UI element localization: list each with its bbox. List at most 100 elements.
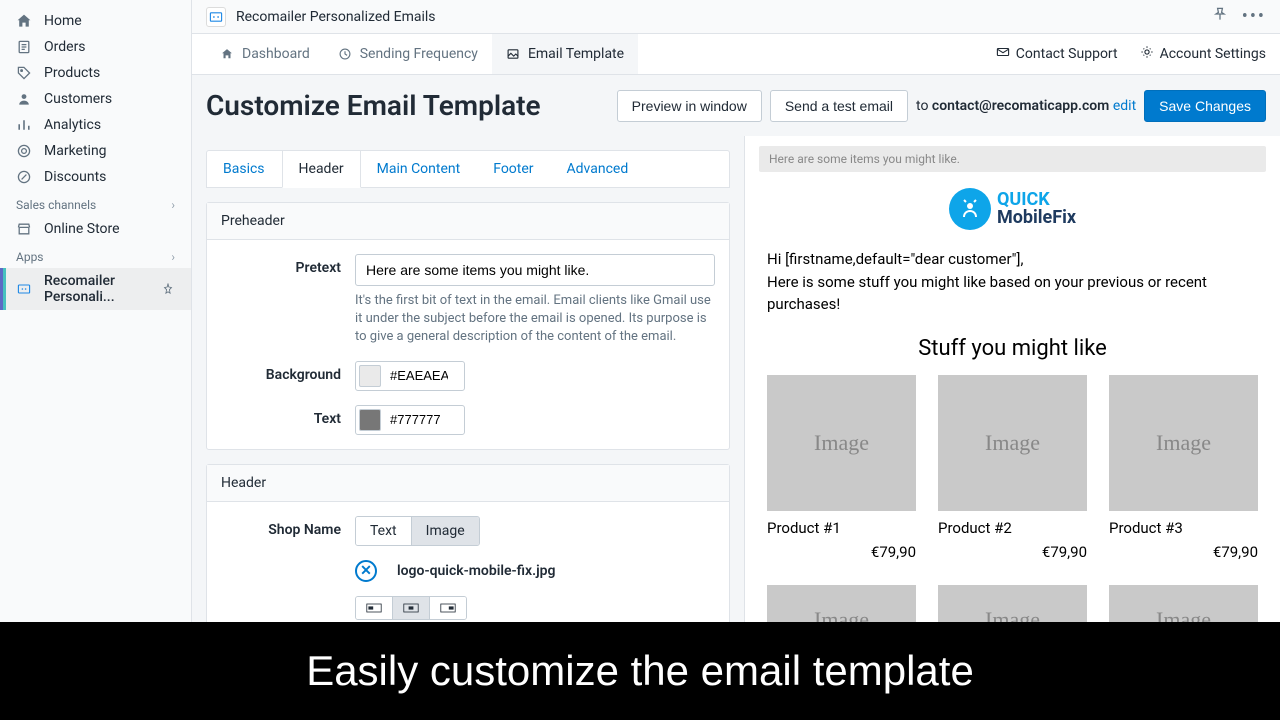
preview-greeting: Hi [firstname,default="dear customer"], …	[767, 248, 1258, 316]
nav-online-store[interactable]: Online Store	[0, 216, 191, 242]
analytics-icon	[16, 117, 32, 133]
preview-heading: Stuff you might like	[767, 336, 1258, 361]
nav-label: Marketing	[44, 143, 107, 159]
product-name: Product #2	[938, 519, 1087, 537]
contact-support-link[interactable]: Contact Support	[996, 45, 1118, 63]
send-to-info: to contact@recomaticapp.com edit	[916, 98, 1136, 114]
image-placeholder: Image	[938, 375, 1087, 511]
nav-section-apps[interactable]: Apps ›	[0, 242, 191, 268]
nav-discounts[interactable]: Discounts	[0, 164, 191, 190]
app-title: Recomailer Personalized Emails	[236, 9, 436, 25]
person-icon	[16, 91, 32, 107]
shopname-image-option[interactable]: Image	[412, 517, 479, 545]
pretext-label: Pretext	[221, 254, 341, 276]
header-card: Header Shop Name Text Image	[206, 464, 730, 635]
logo-text-mobilefix: MobileFix	[997, 207, 1076, 228]
align-right-option[interactable]	[430, 597, 466, 619]
formtab-header[interactable]: Header	[282, 151, 361, 188]
nav-section-sales[interactable]: Sales channels ›	[0, 190, 191, 216]
tab-sending-frequency[interactable]: Sending Frequency	[324, 34, 492, 74]
card-title: Preheader	[207, 203, 729, 240]
tab-label: Sending Frequency	[360, 46, 478, 62]
text-color-input[interactable]	[355, 405, 465, 435]
link-label: Contact Support	[1016, 46, 1118, 62]
tab-label: Email Template	[528, 46, 624, 62]
nav-app-recomailer[interactable]: Recomailer Personali...	[0, 268, 191, 310]
nav-customers[interactable]: Customers	[0, 86, 191, 112]
color-swatch[interactable]	[359, 409, 381, 431]
preview-body: QUICK MobileFix Hi [firstname,default="d…	[759, 176, 1266, 663]
main: Recomailer Personalized Emails ••• Dashb…	[192, 0, 1280, 720]
more-icon[interactable]: •••	[1242, 6, 1266, 27]
nav-products[interactable]: Products	[0, 60, 191, 86]
image-icon	[506, 47, 520, 61]
section-label: Apps	[16, 250, 44, 264]
formtab-advanced[interactable]: Advanced	[551, 151, 646, 187]
orders-icon	[16, 39, 32, 55]
app-icon	[16, 281, 32, 297]
nav-label: Home	[44, 13, 82, 29]
preview-button[interactable]: Preview in window	[617, 90, 762, 122]
nav-home[interactable]: Home	[0, 8, 191, 34]
background-hex-input[interactable]	[384, 364, 454, 387]
titlebar: Recomailer Personalized Emails •••	[192, 0, 1280, 34]
pin-window-icon[interactable]	[1212, 6, 1228, 27]
product-price: €79,90	[938, 543, 1087, 561]
product-card: Image Product #3 €79,90	[1109, 375, 1258, 561]
home-icon	[16, 13, 32, 29]
align-center-option[interactable]	[393, 597, 430, 619]
preview-preheader: Here are some items you might like.	[759, 146, 1266, 172]
image-placeholder: Image	[767, 375, 916, 511]
product-card: Image Product #2 €79,90	[938, 375, 1087, 561]
nav-label: Discounts	[44, 169, 106, 185]
preview-logo: QUICK MobileFix	[767, 188, 1258, 230]
clock-icon	[338, 47, 352, 61]
account-settings-link[interactable]: Account Settings	[1140, 45, 1266, 63]
chevron-right-icon: ›	[171, 198, 175, 212]
nav-analytics[interactable]: Analytics	[0, 112, 191, 138]
image-placeholder: Image	[1109, 375, 1258, 511]
gear-icon	[1140, 45, 1154, 63]
nav-label: Analytics	[44, 117, 101, 133]
color-swatch[interactable]	[359, 365, 381, 387]
formtab-main[interactable]: Main Content	[361, 151, 478, 187]
target-icon	[16, 143, 32, 159]
nav-label: Recomailer Personali...	[44, 273, 149, 305]
shopname-label: Shop Name	[221, 516, 341, 538]
align-left-option[interactable]	[356, 597, 393, 619]
link-label: Account Settings	[1160, 46, 1266, 62]
shopname-text-option[interactable]: Text	[356, 517, 412, 545]
app-tabs: Dashboard Sending Frequency Email Templa…	[192, 34, 1280, 75]
tab-dashboard[interactable]: Dashboard	[206, 34, 324, 74]
product-name: Product #1	[767, 519, 916, 537]
logo-mark-icon	[949, 188, 991, 230]
product-name: Product #3	[1109, 519, 1258, 537]
remove-file-button[interactable]: ✕	[355, 560, 377, 582]
mail-icon	[996, 45, 1010, 63]
background-label: Background	[221, 361, 341, 383]
promo-banner: Easily customize the email template	[0, 622, 1280, 720]
product-card: Image Product #1 €79,90	[767, 375, 916, 561]
formtab-basics[interactable]: Basics	[207, 151, 282, 187]
app-root: Home Orders Products Customers Analytics…	[0, 0, 1280, 720]
pretext-input[interactable]	[355, 254, 715, 286]
tab-email-template[interactable]: Email Template	[492, 34, 638, 74]
text-color-label: Text	[221, 405, 341, 427]
formtab-footer[interactable]: Footer	[477, 151, 550, 187]
nav-label: Customers	[44, 91, 112, 107]
preheader-card: Preheader Pretext It's the first bit of …	[206, 202, 730, 450]
send-test-button[interactable]: Send a test email	[770, 90, 908, 122]
nav-label: Online Store	[44, 221, 120, 237]
nav-orders[interactable]: Orders	[0, 34, 191, 60]
sidebar: Home Orders Products Customers Analytics…	[0, 0, 192, 720]
save-button[interactable]: Save Changes	[1144, 90, 1266, 122]
pin-icon[interactable]	[161, 282, 175, 296]
nav-marketing[interactable]: Marketing	[0, 138, 191, 164]
text-hex-input[interactable]	[384, 408, 454, 431]
background-color-input[interactable]	[355, 361, 465, 391]
chevron-right-icon: ›	[171, 250, 175, 264]
nav-label: Products	[44, 65, 100, 81]
section-label: Sales channels	[16, 198, 96, 212]
edit-recipient-link[interactable]: edit	[1113, 98, 1136, 114]
pretext-help: It's the first bit of text in the email.…	[355, 292, 715, 347]
